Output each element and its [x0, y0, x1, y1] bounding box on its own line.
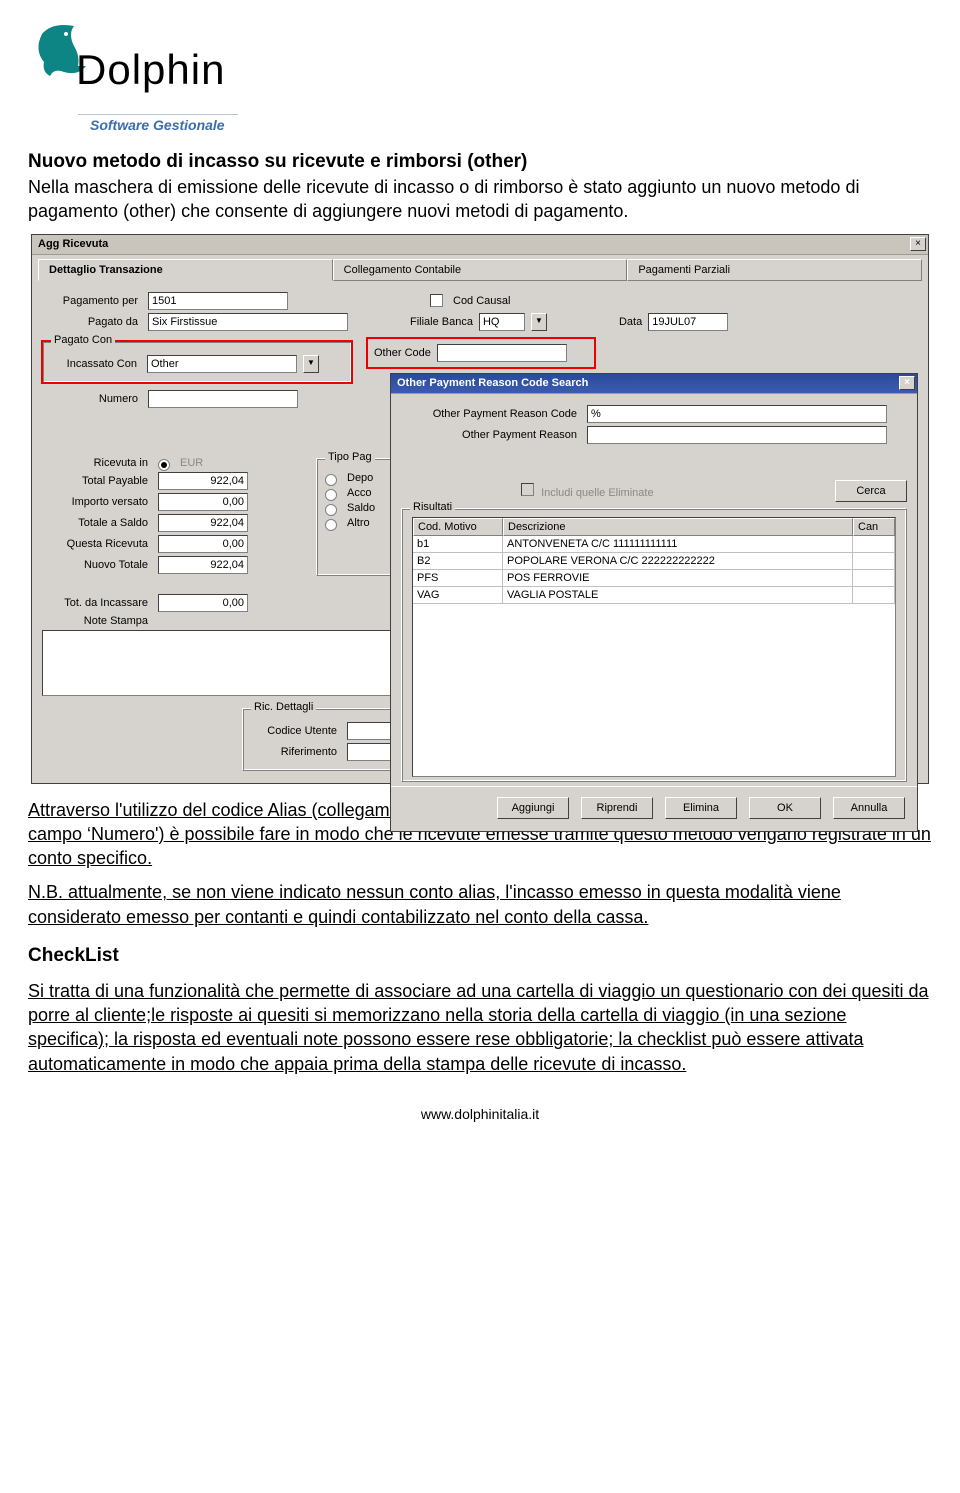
tab-collegamento-contabile[interactable]: Collegamento Contabile: [333, 259, 628, 281]
field-filiale-banca[interactable]: HQ: [479, 313, 525, 331]
cerca-button[interactable]: Cerca: [835, 480, 907, 502]
lbl-importo-versato: Importo versato: [42, 496, 152, 508]
legend-pagato-con: Pagato Con: [51, 334, 115, 346]
radio-saldo[interactable]: [325, 504, 337, 516]
lbl-search-reason: Other Payment Reason: [401, 429, 581, 441]
field-search-reason[interactable]: [587, 426, 887, 444]
field-questa-ricevuta[interactable]: 0,00: [158, 535, 248, 553]
tab-pagamenti-parziali[interactable]: Pagamenti Parziali: [627, 259, 922, 281]
group-other-code: Other Code: [366, 337, 596, 369]
results-list[interactable]: Cod. Motivo Descrizione Can b1ANTONVENET…: [412, 517, 896, 777]
lbl-numero: Numero: [42, 393, 142, 405]
lbl-nuovo-totale: Nuovo Totale: [42, 559, 152, 571]
riprendi-button[interactable]: Riprendi: [581, 797, 653, 819]
dolphin-mark-icon: Dolphin: [28, 20, 258, 108]
field-pagato-da[interactable]: Six Firstissue: [148, 313, 348, 331]
svg-text:Dolphin: Dolphin: [76, 46, 225, 93]
lbl-total-payable: Total Payable: [42, 475, 152, 487]
elimina-button[interactable]: Elimina: [665, 797, 737, 819]
radio-depo[interactable]: [325, 474, 337, 486]
lbl-acco: Acco: [347, 487, 371, 499]
field-tot-da-incassare: 0,00: [158, 594, 248, 612]
field-search-code[interactable]: %: [587, 405, 887, 423]
radio-currency[interactable]: [158, 459, 170, 471]
legend-ric-dettagli: Ric. Dettagli: [251, 701, 316, 713]
lbl-data: Data: [619, 316, 642, 328]
tabs: Dettaglio Transazione Collegamento Conta…: [38, 259, 922, 281]
lbl-altro: Altro: [347, 517, 370, 529]
legend-tipo-pag: Tipo Pag: [325, 451, 375, 463]
legend-risultati: Risultati: [410, 501, 455, 513]
lbl-saldo: Saldo: [347, 502, 375, 514]
lbl-riferimento: Riferimento: [251, 746, 341, 758]
lbl-incassato-con: Incassato Con: [51, 358, 141, 370]
lbl-questa-ricevuta: Questa Ricevuta: [42, 538, 152, 550]
lbl-ricevuta-in: Ricevuta in: [42, 457, 152, 469]
radio-altro[interactable]: [325, 519, 337, 531]
lbl-other-code: Other Code: [374, 347, 431, 359]
list-item[interactable]: B2POPOLARE VERONA C/C 222222222222: [413, 553, 895, 570]
col-cod-motivo: Cod. Motivo: [413, 518, 503, 536]
aggiungi-button[interactable]: Aggiungi: [497, 797, 569, 819]
list-item[interactable]: VAGVAGLIA POSTALE: [413, 587, 895, 604]
search-close-icon[interactable]: ×: [899, 376, 915, 390]
paragraph-4: Si tratta di una funzionalità che permet…: [28, 979, 932, 1076]
search-title: Other Payment Reason Code Search: [397, 377, 588, 389]
other-payment-search-window: Other Payment Reason Code Search × Other…: [390, 373, 918, 832]
lbl-search-code: Other Payment Reason Code: [401, 408, 581, 420]
field-data[interactable]: 19JUL07: [648, 313, 728, 331]
lbl-pagamento-per: Pagamento per: [42, 295, 142, 307]
group-risultati: Risultati Cod. Motivo Descrizione Can b1…: [401, 508, 907, 782]
list-item[interactable]: PFSPOS FERROVIE: [413, 570, 895, 587]
field-other-code[interactable]: [437, 344, 567, 362]
agg-ricevuta-window: Agg Ricevuta × Dettaglio Transazione Col…: [31, 234, 929, 784]
lbl-codice-utente: Codice Utente: [251, 725, 341, 737]
list-item[interactable]: b1ANTONVENETA C/C 111111111111: [413, 536, 895, 553]
lbl-cod-causal: Cod Causal: [453, 295, 510, 307]
brand-logo: Dolphin Software Gestionale: [28, 20, 932, 133]
currency-value: EUR: [180, 457, 203, 469]
lbl-includi-eliminate: Includi quelle Eliminate: [541, 487, 654, 499]
dropdown-filiale-banca-icon[interactable]: ▼: [531, 313, 547, 331]
field-incassato-con[interactable]: Other: [147, 355, 297, 373]
popup-button-row: Aggiungi Riprendi Elimina OK Annulla: [391, 786, 917, 831]
results-header: Cod. Motivo Descrizione Can: [413, 518, 895, 536]
tab-dettaglio-transazione[interactable]: Dettaglio Transazione: [38, 259, 333, 281]
lbl-totale-saldo: Totale a Saldo: [42, 517, 152, 529]
lbl-filiale-banca: Filiale Banca: [410, 316, 473, 328]
dropdown-incassato-con-icon[interactable]: ▼: [303, 355, 319, 373]
radio-acco[interactable]: [325, 489, 337, 501]
paragraph-1: Nella maschera di emissione delle ricevu…: [28, 175, 932, 224]
section-title-other: Nuovo metodo di incasso su ricevute e ri…: [28, 151, 932, 173]
col-can: Can: [853, 518, 895, 536]
chk-includi-eliminate: [521, 483, 534, 496]
col-descrizione: Descrizione: [503, 518, 853, 536]
group-pagato-con: Pagato Con Incassato Con Other ▼: [42, 341, 352, 383]
field-pagamento-per[interactable]: 1501: [148, 292, 288, 310]
field-nuovo-totale: 922,04: [158, 556, 248, 574]
window-title: Agg Ricevuta: [38, 238, 108, 250]
field-totale-saldo: 922,04: [158, 514, 248, 532]
brand-subtitle: Software Gestionale: [90, 117, 932, 133]
field-total-payable: 922,04: [158, 472, 248, 490]
lbl-tot-da-incassare: Tot. da Incassare: [42, 597, 152, 609]
field-importo-versato: 0,00: [158, 493, 248, 511]
lbl-pagato-da: Pagato da: [42, 316, 142, 328]
agg-ricevuta-titlebar: Agg Ricevuta ×: [32, 235, 928, 255]
field-numero[interactable]: [148, 390, 298, 408]
close-icon[interactable]: ×: [910, 237, 926, 251]
search-titlebar: Other Payment Reason Code Search ×: [391, 374, 917, 394]
section-title-checklist: CheckList: [28, 943, 932, 969]
lbl-depo: Depo: [347, 472, 373, 484]
ok-button[interactable]: OK: [749, 797, 821, 819]
lbl-note-stampa: Note Stampa: [42, 615, 152, 627]
annulla-button[interactable]: Annulla: [833, 797, 905, 819]
chk-cod-causal[interactable]: [430, 294, 443, 307]
paragraph-3: N.B. attualmente, se non viene indicato …: [28, 880, 932, 929]
footer-url: www.dolphinitalia.it: [28, 1106, 932, 1122]
